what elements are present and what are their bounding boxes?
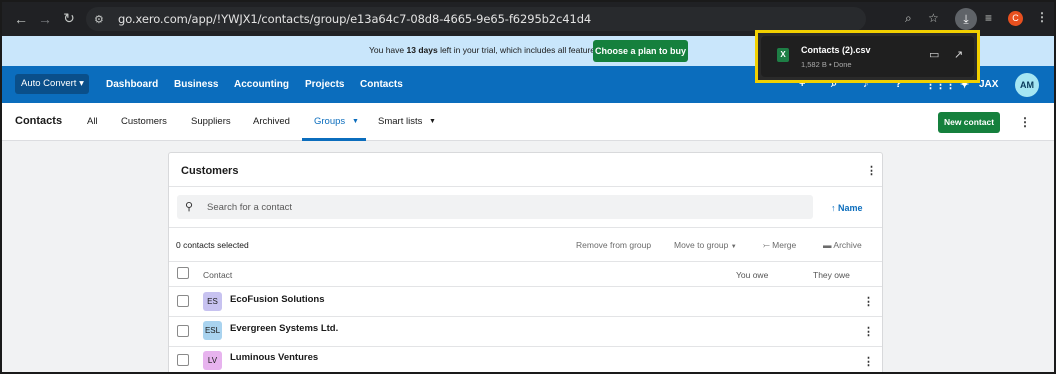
nav-business[interactable]: Business [174,79,218,90]
row-options-icon[interactable]: ⋮ [863,325,874,338]
selected-count: 0 contacts selected [176,240,249,250]
download-file-name[interactable]: Contacts (2).csv [801,45,871,55]
sort-arrow-icon: ↑ [831,203,839,213]
trial-text-suffix: left in your trial, which includes all f… [437,45,600,55]
row-options-icon[interactable]: ⋮ [863,295,874,308]
search-input[interactable] [207,199,787,215]
tab-customers[interactable]: Customers [121,116,167,127]
chevron-down-icon: ▼ [730,244,737,250]
archive-label: Archive [833,240,862,250]
new-contact-button[interactable]: New contact [938,112,1000,133]
group-contacts-card: Customers ⋮ ⚲ ↑ Name 0 contacts selected… [168,152,883,372]
tab-suppliers[interactable]: Suppliers [191,116,231,127]
group-title: Customers [181,165,239,177]
address-bar[interactable]: ⚙ go.xero.com/app/!YWJX1/contacts/group/… [86,7,866,31]
profile-avatar[interactable]: C [1008,11,1023,26]
open-external-icon[interactable]: ↗ [954,48,963,61]
divider [169,346,882,347]
nav-contacts[interactable]: Contacts [360,79,403,90]
row-options-icon[interactable]: ⋮ [863,355,874,368]
jax-label[interactable]: JAX [979,79,998,90]
merge-label: Merge [772,240,797,250]
url-text[interactable]: go.xero.com/app/!YWJX1/contacts/group/e1… [118,12,591,26]
divider [169,316,882,317]
remove-from-group-button[interactable]: Remove from group [576,240,651,250]
back-arrow-icon[interactable]: ← [10,11,32,27]
merge-button[interactable]: ⤚ Merge [763,240,796,251]
browser-menu-icon[interactable]: ⋮ [1036,10,1048,24]
page-title: Contacts [15,115,63,127]
sort-by-name[interactable]: ↑ Name [831,203,863,213]
archive-icon: ▬ [823,240,834,250]
tab-all[interactable]: All [87,116,98,127]
trial-days: 13 days [406,45,438,55]
sort-label: Name [838,203,863,213]
divider [169,186,882,187]
divider [169,261,882,262]
groups-caret-icon[interactable]: ▼ [352,118,359,125]
zoom-icon[interactable]: ⌕ [905,11,912,26]
select-all-checkbox[interactable] [177,267,189,279]
column-contact[interactable]: Contact [203,270,232,280]
download-bubble: X Contacts (2).csv 1,582 B • Done ▭ ↗ [755,30,980,83]
organisation-menu-button[interactable]: Auto Convert ▾ [15,74,89,94]
download-icon[interactable]: ⤓ [955,8,977,30]
row-checkbox[interactable] [177,354,189,366]
tab-groups[interactable]: Groups [314,116,345,127]
screenshot-frame: ← → ↻ ⚙ go.xero.com/app/!YWJX1/contacts/… [0,0,1056,374]
column-you-owe[interactable]: You owe [736,270,768,280]
contact-avatar: LV [203,351,222,370]
site-settings-icon[interactable]: ⚙ [94,13,110,26]
contact-avatar: ESL [203,321,222,340]
contact-name[interactable]: Luminous Ventures [230,352,318,363]
search-icon: ⚲ [185,201,194,213]
nav-accounting[interactable]: Accounting [234,79,289,90]
row-checkbox[interactable] [177,295,189,307]
contact-name[interactable]: Evergreen Systems Ltd. [230,323,338,334]
archive-button[interactable]: ▬ Archive [823,240,862,250]
spreadsheet-file-icon: X [777,48,789,62]
nav-projects[interactable]: Projects [305,79,344,90]
smart-lists-caret-icon[interactable]: ▼ [429,118,436,125]
forward-arrow-icon[interactable]: → [34,11,56,27]
reload-icon[interactable]: ↻ [58,10,80,27]
move-to-group-label: Move to group [674,240,729,250]
more-options-icon[interactable]: ⋮ [1019,115,1031,129]
merge-icon: ⤚ [763,240,773,250]
download-status: 1,582 B • Done [801,60,852,69]
contact-avatar: ES [203,292,222,311]
tab-archived[interactable]: Archived [253,116,290,127]
tab-smart-lists[interactable]: Smart lists [378,116,422,127]
group-options-icon[interactable]: ⋮ [866,164,877,177]
show-in-folder-icon[interactable]: ▭ [929,48,939,61]
contact-search: ⚲ [177,195,813,219]
active-tab-indicator [302,138,366,141]
bookmark-star-icon[interactable]: ☆ [928,11,939,25]
media-controls-icon[interactable]: ≡ [985,11,992,25]
nav-dashboard[interactable]: Dashboard [106,79,158,90]
column-they-owe[interactable]: They owe [813,270,850,280]
contact-name[interactable]: EcoFusion Solutions [230,294,324,305]
divider [169,227,882,228]
trial-text-prefix: You have [369,45,407,55]
row-checkbox[interactable] [177,325,189,337]
move-to-group-button[interactable]: Move to group ▼ [674,240,737,250]
download-item[interactable]: X Contacts (2).csv 1,582 B • Done ▭ ↗ [761,36,974,77]
choose-plan-button[interactable]: Choose a plan to buy [593,40,688,62]
contacts-subnav: Contacts All Customers Suppliers Archive… [2,103,1054,141]
divider [169,286,882,287]
user-avatar[interactable]: AM [1015,73,1039,97]
trial-message: You have 13 days left in your trial, whi… [369,45,599,55]
